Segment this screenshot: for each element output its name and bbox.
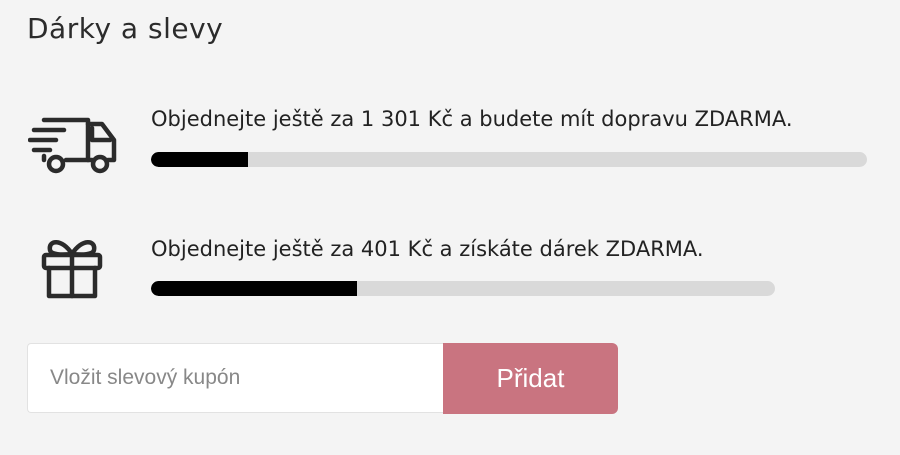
section-title: Dárky a slevy xyxy=(27,12,224,45)
gifts-and-discounts-panel: Dárky a slevy Objednejte ještě za 1 301 … xyxy=(0,0,900,455)
gift-icon xyxy=(41,240,103,299)
free-shipping-progress-bar xyxy=(151,152,867,167)
free-shipping-progress-fill xyxy=(151,152,248,167)
free-gift-progress-fill xyxy=(151,281,357,296)
free-gift-message: Objednejte ještě za 401 Kč a získáte dár… xyxy=(151,237,704,261)
free-shipping-progress: Objednejte ještě za 1 301 Kč a budete mí… xyxy=(0,100,900,180)
free-gift-progress-bar xyxy=(151,281,775,296)
free-gift-progress: Objednejte ještě za 401 Kč a získáte dár… xyxy=(0,230,900,310)
free-shipping-message: Objednejte ještě za 1 301 Kč a budete mí… xyxy=(151,107,793,131)
coupon-form: Přidat xyxy=(27,343,618,415)
add-coupon-button[interactable]: Přidat xyxy=(443,343,618,414)
coupon-input[interactable] xyxy=(27,343,443,413)
delivery-truck-icon xyxy=(28,117,117,174)
